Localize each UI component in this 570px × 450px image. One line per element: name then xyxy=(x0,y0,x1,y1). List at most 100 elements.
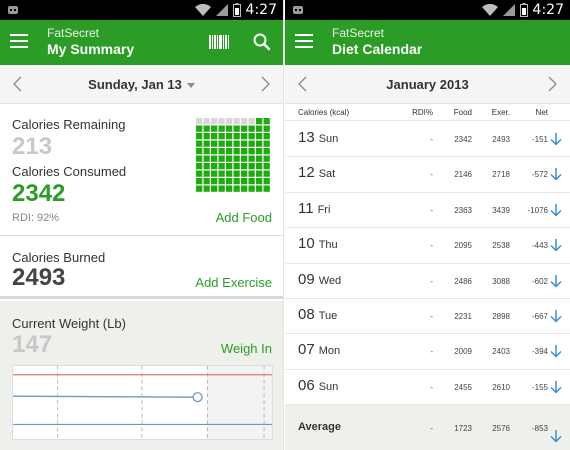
grid-cell-filled xyxy=(211,148,218,155)
chevron-right-icon[interactable] xyxy=(257,76,273,92)
grid-cell-filled xyxy=(248,185,255,192)
grid-cell-empty xyxy=(196,118,203,125)
date-label[interactable]: Sunday, Jan 13 xyxy=(88,77,182,92)
grid-cell-filled xyxy=(263,170,270,177)
grid-cell-filled xyxy=(263,148,270,155)
row-exer: 2718 xyxy=(492,170,510,180)
grid-cell-filled xyxy=(218,185,225,192)
grid-cell-filled xyxy=(218,140,225,147)
calendar-row[interactable]: 11 Fri - 2363 3439 -1076 xyxy=(285,192,570,229)
menu-icon[interactable] xyxy=(10,34,28,48)
search-icon[interactable] xyxy=(250,30,274,54)
calendar-row[interactable]: 06 Sun - 2455 2610 -155 xyxy=(285,369,570,406)
grid-cell-filled xyxy=(241,185,248,192)
row-weekday: Mon xyxy=(318,345,341,358)
grid-cell-filled xyxy=(226,178,233,185)
row-net: -155 xyxy=(531,382,548,392)
grid-cell-filled xyxy=(263,155,270,162)
grid-cell-filled xyxy=(196,125,203,132)
grid-cell-filled xyxy=(196,155,203,162)
calendar-row[interactable]: 09 Wed - 2486 3088 -602 xyxy=(285,263,570,299)
grid-cell-filled xyxy=(218,170,225,177)
grid-cell-filled xyxy=(263,140,270,147)
rdi-label: RDI: 92% xyxy=(12,212,60,224)
row-date: 10 Thu xyxy=(298,235,338,252)
calendar-row[interactable]: 08 Tue - 2231 2898 -667 xyxy=(285,299,570,335)
grid-cell-filled xyxy=(211,185,218,192)
row-food: 2231 xyxy=(454,312,472,321)
grid-cell-filled xyxy=(241,140,248,147)
weigh-in-button[interactable]: Weigh In xyxy=(221,341,272,356)
grid-cell-filled xyxy=(248,163,255,170)
row-food: 2486 xyxy=(454,276,472,286)
grid-cell-filled xyxy=(203,170,210,177)
calendar-row[interactable]: 10 Thu - 2095 2538 -443 xyxy=(285,228,570,264)
row-food: 2363 xyxy=(454,205,472,215)
row-date: 07 Mon xyxy=(298,341,340,358)
weight-chart xyxy=(12,365,273,440)
grid-cell-filled xyxy=(248,155,255,162)
grid-cell-filled xyxy=(233,170,240,177)
row-net: -1076 xyxy=(527,205,548,215)
grid-cell-filled xyxy=(226,170,233,177)
row-food: 2455 xyxy=(454,382,472,392)
grid-cell-empty xyxy=(203,118,210,125)
row-day: 09 xyxy=(298,270,315,288)
row-day: 13 xyxy=(298,129,315,146)
app-bar: FatSecret Diet Calendar xyxy=(285,20,570,65)
app-name: FatSecret xyxy=(47,26,100,40)
grid-cell-filled xyxy=(241,170,248,177)
grid-cell-filled xyxy=(263,185,270,192)
grid-cell-filled xyxy=(226,185,233,192)
add-exercise-button[interactable]: Add Exercise xyxy=(195,275,272,290)
grid-cell-filled xyxy=(233,155,240,162)
row-date: 08 Tue xyxy=(298,306,337,323)
row-weekday: Fri xyxy=(317,203,331,216)
arrow-down-icon[interactable] xyxy=(549,429,563,443)
barcode-icon[interactable] xyxy=(207,30,231,54)
grid-cell-filled xyxy=(233,125,240,132)
header-food: Food xyxy=(453,108,472,117)
row-day: 10 xyxy=(298,235,315,253)
grid-cell-filled xyxy=(241,133,248,140)
row-exer: 3439 xyxy=(492,205,510,215)
chevron-right-icon[interactable] xyxy=(544,76,560,92)
arrow-down-icon[interactable] xyxy=(549,167,563,181)
row-day: 12 xyxy=(298,164,315,182)
row-exer: 2610 xyxy=(492,382,510,392)
grid-cell-filled xyxy=(256,170,263,177)
arrow-down-icon[interactable] xyxy=(549,132,563,146)
arrow-down-icon[interactable] xyxy=(549,380,563,394)
arrow-down-icon[interactable] xyxy=(549,309,563,323)
battery-icon xyxy=(519,3,528,17)
grid-cell-filled xyxy=(218,163,225,170)
row-rdi: - xyxy=(430,205,433,215)
grid-cell-filled xyxy=(256,178,263,185)
calendar-row[interactable]: 13 Sun - 2342 2493 -151 xyxy=(285,122,570,158)
status-time: 4:27 xyxy=(532,2,564,18)
signal-icon xyxy=(215,3,228,16)
caret-down-icon[interactable] xyxy=(186,83,195,89)
header-calories: Calories (kcal) xyxy=(298,108,350,117)
row-weekday: Wed xyxy=(318,274,342,287)
row-rdi: - xyxy=(430,382,433,392)
grid-cell-filled xyxy=(248,148,255,155)
grid-cell-filled xyxy=(196,178,203,185)
menu-icon[interactable] xyxy=(295,34,313,48)
grid-cell-filled xyxy=(256,185,263,192)
row-net: -667 xyxy=(531,312,548,321)
calendar-row[interactable]: 12 Sat - 2146 2718 -572 xyxy=(285,157,570,193)
grid-cell-empty xyxy=(233,118,240,125)
arrow-down-icon[interactable] xyxy=(549,203,563,217)
diet-calendar-screen: 4:27 FatSecret Diet Calendar January 201… xyxy=(285,0,570,450)
calories-consumed-label: Calories Consumed xyxy=(12,164,127,179)
grid-cell-filled xyxy=(233,185,240,192)
arrow-down-icon[interactable] xyxy=(549,344,563,358)
calendar-row[interactable]: 07 Mon - 2009 2403 -394 xyxy=(285,334,570,370)
grid-cell-filled xyxy=(248,170,255,177)
add-food-button[interactable]: Add Food xyxy=(216,210,272,225)
calories-remaining-value: 213 xyxy=(12,133,53,160)
arrow-down-icon[interactable] xyxy=(549,238,563,252)
arrow-down-icon[interactable] xyxy=(549,274,563,288)
rdi-progress-grid xyxy=(196,118,270,192)
